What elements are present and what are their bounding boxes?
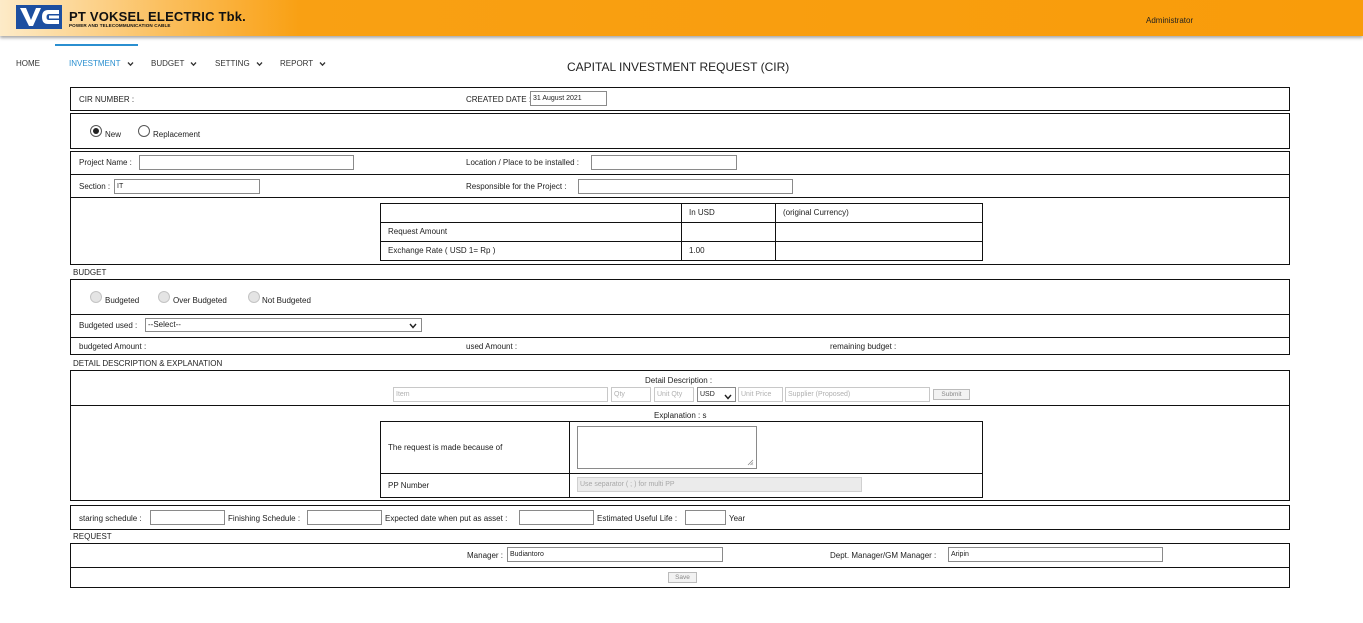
radio-not-budgeted-label: Not Budgeted <box>262 296 311 305</box>
unit-qty-input[interactable]: Unit Qty <box>654 387 694 402</box>
radio-over-budgeted-label: Over Budgeted <box>173 296 227 305</box>
unit-price-input[interactable]: Unit Price <box>738 387 783 402</box>
nav-home-label: HOME <box>16 59 40 68</box>
submit-button[interactable]: Submit <box>933 389 970 400</box>
dept-manager-field[interactable]: Aripin <box>948 547 1163 562</box>
year-label: Year <box>729 514 746 523</box>
cir-header-row <box>70 87 1290 111</box>
chevron-down-icon <box>409 323 417 329</box>
request-amount-label: Request Amount <box>380 222 682 242</box>
section-field[interactable]: IT <box>114 179 260 194</box>
nav-investment-label: INVESTMENT <box>69 59 121 68</box>
nav-report-label: REPORT <box>280 59 314 68</box>
radio-budgeted[interactable] <box>90 291 102 303</box>
manager-field[interactable]: Budiantoro <box>507 547 723 562</box>
resize-handle-icon[interactable] <box>747 459 754 466</box>
responsible-label: Responsible for the Project : <box>466 182 567 191</box>
currency-selected: USD <box>700 391 715 398</box>
section-label: Section : <box>79 182 111 191</box>
company-name: PT VOKSEL ELECTRIC Tbk. <box>69 9 246 24</box>
nav-setting-label: SETTING <box>215 59 250 68</box>
qty-input[interactable]: Qty <box>611 387 651 402</box>
radio-budgeted-label: Budgeted <box>105 296 140 305</box>
created-date-field[interactable]: 31 August 2021 <box>530 91 607 106</box>
finishing-schedule-label: Finishing Schedule : <box>228 514 301 523</box>
company-logo-icon <box>16 5 62 29</box>
chevron-down-icon <box>190 61 197 67</box>
reason-label: The request is made because of <box>380 421 570 474</box>
budget-summary-row <box>70 337 1290 355</box>
location-field[interactable] <box>591 155 737 170</box>
detail-section-title: DETAIL DESCRIPTION & EXPLANATION <box>73 359 223 368</box>
budgeted-used-selected: --Select-- <box>148 320 181 329</box>
radio-not-budgeted[interactable] <box>248 291 260 303</box>
exchange-rate-usd[interactable]: 1.00 <box>681 241 776 261</box>
responsible-field[interactable] <box>578 179 793 194</box>
request-type-row <box>70 113 1290 149</box>
user-menu[interactable]: Administrator <box>1146 16 1193 25</box>
item-input[interactable]: Item <box>393 387 608 402</box>
nav-report[interactable]: REPORT <box>280 59 326 68</box>
useful-life-field[interactable] <box>685 510 726 525</box>
chevron-down-icon <box>319 61 326 67</box>
save-button[interactable]: Save <box>668 572 697 583</box>
manager-label: Manager : <box>467 551 504 560</box>
nav-active-indicator <box>55 44 138 46</box>
budgeted-used-select[interactable]: --Select-- <box>145 318 422 332</box>
created-date-label: CREATED DATE : <box>466 95 532 104</box>
location-label: Location / Place to be installed : <box>466 158 579 167</box>
chevron-down-icon <box>256 61 263 67</box>
useful-life-label: Estimated Useful Life : <box>597 514 678 523</box>
budgeted-used-label: Budgeted used : <box>79 321 138 330</box>
exchange-rate-original[interactable] <box>775 241 983 261</box>
expected-date-label: Expected date when put as asset : <box>385 514 508 523</box>
pp-number-input[interactable]: Use separator ( ; ) for multi PP <box>577 477 862 492</box>
exchange-rate-label: Exchange Rate ( USD 1= Rp ) <box>380 241 682 261</box>
top-header-bar: PT VOKSEL ELECTRIC Tbk. POWER AND TELECO… <box>0 0 1363 36</box>
radio-replacement[interactable] <box>138 125 150 137</box>
nav-home[interactable]: HOME <box>16 59 40 68</box>
starting-schedule-label: staring schedule : <box>79 514 142 523</box>
company-tagline: POWER AND TELECOMMUNICATION CABLE <box>69 23 171 28</box>
radio-new-label: New <box>105 130 122 139</box>
project-name-field[interactable] <box>139 155 354 170</box>
chevron-down-icon <box>724 394 732 400</box>
request-amount-usd[interactable] <box>681 222 776 242</box>
radio-over-budgeted[interactable] <box>158 291 170 303</box>
explanation-title: Explanation : s <box>654 411 707 420</box>
remaining-budget-label: remaining budget : <box>830 342 897 351</box>
amount-header-usd: In USD <box>681 203 776 223</box>
amount-table-header-blank <box>380 203 682 223</box>
request-section-title: REQUEST <box>73 532 112 541</box>
currency-select[interactable]: USD <box>697 387 736 402</box>
detail-description-title: Detail Description : <box>645 376 713 385</box>
finishing-schedule-field[interactable] <box>307 510 382 525</box>
nav-investment[interactable]: INVESTMENT <box>69 59 134 68</box>
radio-new[interactable] <box>90 125 102 137</box>
amount-header-original: (original Currency) <box>775 203 983 223</box>
starting-schedule-field[interactable] <box>150 510 225 525</box>
expected-date-field[interactable] <box>519 510 594 525</box>
radio-replacement-label: Replacement <box>153 130 201 139</box>
budgeted-amount-label: budgeted Amount : <box>79 342 147 351</box>
budget-section-title: BUDGET <box>73 268 107 277</box>
supplier-input[interactable]: Supplier (Proposed) <box>785 387 930 402</box>
page-title: CAPITAL INVESTMENT REQUEST (CIR) <box>567 60 790 74</box>
cir-number-label: CIR NUMBER : <box>79 95 135 104</box>
nav-setting[interactable]: SETTING <box>215 59 263 68</box>
project-name-label: Project Name : <box>79 158 132 167</box>
chevron-down-icon <box>127 61 134 67</box>
used-amount-label: used Amount : <box>466 342 518 351</box>
nav-budget[interactable]: BUDGET <box>151 59 197 68</box>
request-amount-original[interactable] <box>775 222 983 242</box>
nav-budget-label: BUDGET <box>151 59 185 68</box>
dept-manager-label: Dept. Manager/GM Manager : <box>830 551 937 560</box>
pp-number-label: PP Number <box>380 473 570 498</box>
reason-textarea[interactable] <box>577 426 757 469</box>
